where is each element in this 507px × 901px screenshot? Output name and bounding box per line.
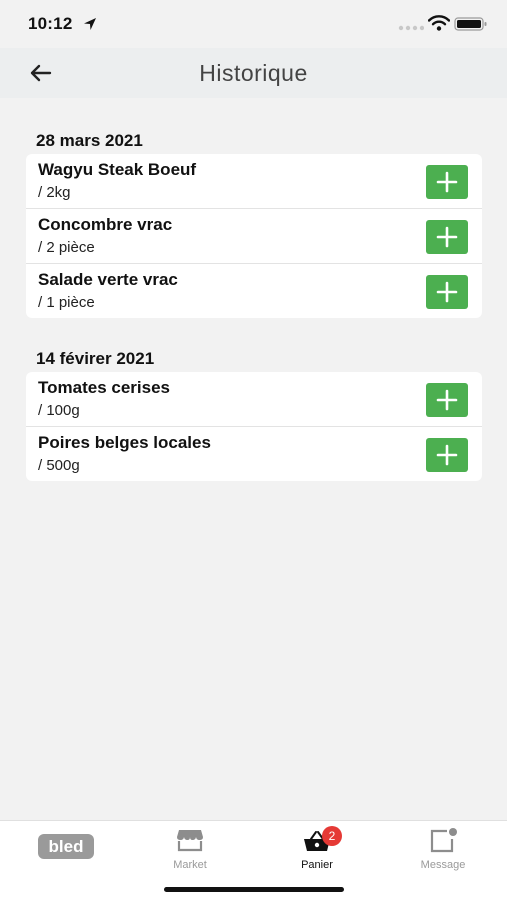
add-to-cart-button[interactable]: [426, 220, 468, 254]
status-time: 10:12: [28, 14, 73, 33]
tab-label-message: Message: [420, 859, 466, 871]
store-icon: [177, 830, 203, 852]
tab-label-panier: Panier: [301, 859, 333, 871]
bled-logo[interactable]: bled: [38, 834, 94, 859]
location-arrow-icon: [84, 18, 96, 30]
add-to-cart-button[interactable]: [426, 383, 468, 417]
item-name: Wagyu Steak Boeuf: [38, 160, 197, 179]
plus-icon: [436, 171, 458, 193]
tab-market[interactable]: Market: [140, 821, 240, 881]
item-quantity: / 1 pièce: [38, 294, 95, 311]
section-date: 28 mars 2021: [36, 131, 143, 150]
item-quantity: / 100g: [38, 402, 80, 419]
add-to-cart-button[interactable]: [426, 438, 468, 472]
item-name: Concombre vrac: [38, 215, 173, 234]
signal-icon: [398, 25, 424, 31]
history-item: Tomates cerises / 100g: [26, 372, 482, 427]
plus-icon: [436, 281, 458, 303]
history-item: Concombre vrac / 2 pièce: [26, 209, 482, 264]
message-icon: [430, 828, 457, 853]
plus-icon: [436, 389, 458, 411]
item-quantity: / 500g: [38, 457, 80, 474]
history-item: Salade verte vrac / 1 pièce: [26, 264, 482, 318]
nav-bar: Historique: [0, 48, 507, 98]
item-name: Salade verte vrac: [38, 270, 178, 289]
item-quantity: / 2 pièce: [38, 239, 95, 256]
item-quantity: / 2kg: [38, 184, 71, 201]
section-date: 14 févirer 2021: [36, 349, 155, 368]
history-card: Wagyu Steak Boeuf / 2kg Concombre vrac /…: [26, 154, 482, 318]
wifi-icon: [428, 15, 450, 31]
history-item: Wagyu Steak Boeuf / 2kg: [26, 154, 482, 209]
add-to-cart-button[interactable]: [426, 165, 468, 199]
history-item: Poires belges locales / 500g: [26, 427, 482, 481]
plus-icon: [436, 226, 458, 248]
item-name: Tomates cerises: [38, 378, 170, 397]
page-title: Historique: [199, 60, 308, 86]
battery-icon: [454, 17, 487, 31]
cart-count-badge: 2: [322, 826, 342, 846]
add-to-cart-button[interactable]: [426, 275, 468, 309]
plus-icon: [436, 444, 458, 466]
tab-message[interactable]: Message: [393, 821, 493, 881]
tab-label-market: Market: [173, 859, 207, 871]
history-card: Tomates cerises / 100g Poires belges loc…: [26, 372, 482, 481]
home-indicator: [164, 887, 344, 892]
status-bar: 10:12: [0, 0, 507, 48]
tab-panier[interactable]: Panier: [267, 821, 367, 881]
item-name: Poires belges locales: [38, 433, 211, 452]
